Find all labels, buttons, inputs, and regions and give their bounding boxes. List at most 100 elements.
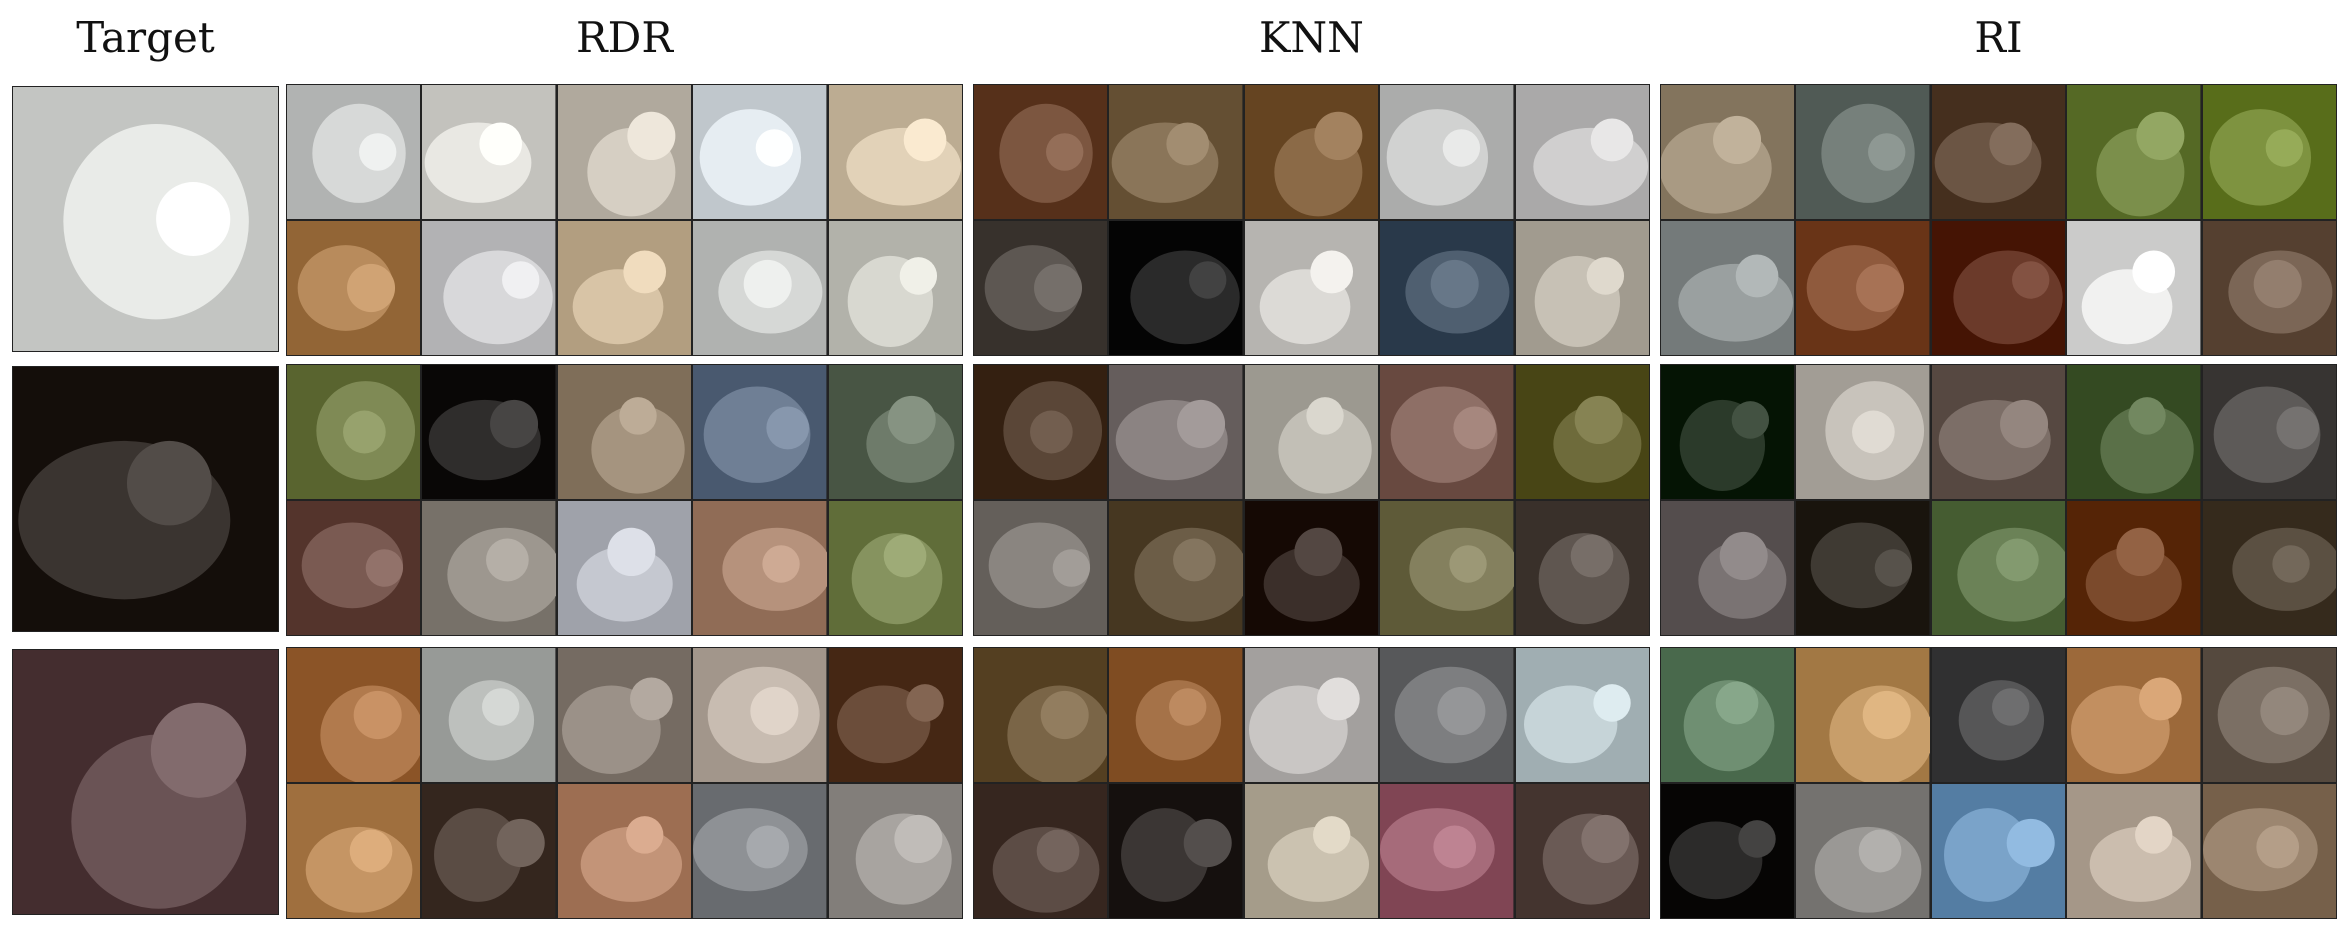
knn-image-tile	[1109, 648, 1243, 782]
ri-image-tile	[1661, 501, 1795, 635]
knn-image-tile	[974, 85, 1108, 219]
rdr-image-tile	[693, 648, 827, 782]
ri-image-tile	[2067, 501, 2201, 635]
rdr-image-tile	[557, 784, 692, 918]
knn-image-tile	[1380, 365, 1514, 499]
knn-image-tile	[1109, 365, 1243, 499]
knn-image-tile	[1244, 501, 1379, 635]
knn-image-tile	[1109, 85, 1243, 219]
knn-image-tile	[1244, 365, 1379, 499]
ri-image-tile	[1931, 501, 2066, 635]
knn-image-tile	[1515, 784, 1649, 918]
target-image	[12, 649, 279, 915]
rdr-image-tile	[828, 221, 962, 355]
ri-image-tile	[2202, 221, 2336, 355]
header-rdr: RDR	[576, 13, 673, 62]
ri-image-tile	[1661, 648, 1795, 782]
rdr-image-tile	[828, 784, 962, 918]
rdr-image-tile	[422, 648, 556, 782]
knn-image-tile	[974, 365, 1108, 499]
target-image	[12, 86, 279, 352]
knn-image-tile	[1380, 648, 1514, 782]
knn-image-tile	[1515, 221, 1649, 355]
knn-image-tile	[1244, 784, 1379, 918]
rdr-image-tile	[693, 85, 827, 219]
rdr-image-tile	[828, 501, 962, 635]
rdr-image-tile	[422, 784, 556, 918]
knn-image-tile	[1515, 85, 1649, 219]
rdr-image-tile	[557, 365, 692, 499]
ri-image-tile	[2202, 784, 2336, 918]
rdr-image-tile	[287, 501, 421, 635]
ri-image-tile	[1796, 365, 1930, 499]
ri-image-grid	[1660, 364, 2337, 636]
ri-image-tile	[1796, 85, 1930, 219]
knn-image-tile	[974, 221, 1108, 355]
rdr-image-tile	[557, 85, 692, 219]
rdr-image-tile	[422, 221, 556, 355]
header-ri: RI	[1974, 13, 2023, 62]
rdr-image-tile	[828, 85, 962, 219]
ri-image-tile	[2067, 784, 2201, 918]
knn-image-tile	[1244, 85, 1379, 219]
rdr-image-tile	[693, 221, 827, 355]
rdr-image-tile	[557, 501, 692, 635]
knn-image-tile	[1109, 501, 1243, 635]
ri-image-tile	[1931, 85, 2066, 219]
knn-image-tile	[1515, 501, 1649, 635]
knn-image-tile	[1109, 784, 1243, 918]
rdr-image-tile	[693, 501, 827, 635]
ri-image-tile	[1661, 221, 1795, 355]
ri-image-tile	[1796, 784, 1930, 918]
ri-image-tile	[2202, 365, 2336, 499]
ri-image-tile	[2067, 648, 2201, 782]
ri-image-grid	[1660, 84, 2337, 356]
header-target: Target	[76, 13, 215, 62]
knn-image-tile	[1380, 784, 1514, 918]
ri-image-tile	[2202, 85, 2336, 219]
rdr-image-tile	[557, 221, 692, 355]
knn-image-grid	[973, 647, 1650, 919]
rdr-image-tile	[422, 365, 556, 499]
ri-image-tile	[1661, 85, 1795, 219]
ri-image-tile	[1796, 221, 1930, 355]
knn-image-tile	[1380, 221, 1514, 355]
rdr-image-grid	[286, 647, 963, 919]
knn-image-tile	[1380, 501, 1514, 635]
knn-image-tile	[974, 648, 1108, 782]
ri-image-tile	[1796, 648, 1930, 782]
rdr-image-tile	[422, 501, 556, 635]
knn-image-tile	[1380, 85, 1514, 219]
knn-image-tile	[974, 501, 1108, 635]
rdr-image-tile	[422, 85, 556, 219]
target-image	[12, 366, 279, 632]
rdr-image-tile	[287, 784, 421, 918]
ri-image-tile	[1931, 221, 2066, 355]
ri-image-grid	[1660, 647, 2337, 919]
ri-image-tile	[2067, 221, 2201, 355]
header-knn: KNN	[1259, 13, 1364, 62]
rdr-image-grid	[286, 84, 963, 356]
rdr-image-tile	[828, 648, 962, 782]
rdr-image-tile	[287, 85, 421, 219]
rdr-image-tile	[828, 365, 962, 499]
knn-image-tile	[1244, 648, 1379, 782]
rdr-image-grid	[286, 364, 963, 636]
rdr-image-tile	[693, 784, 827, 918]
ri-image-tile	[2067, 85, 2201, 219]
rdr-image-tile	[287, 365, 421, 499]
knn-image-tile	[974, 784, 1108, 918]
ri-image-tile	[2202, 648, 2336, 782]
ri-image-tile	[2067, 365, 2201, 499]
ri-image-tile	[1661, 784, 1795, 918]
ri-image-tile	[1796, 501, 1930, 635]
knn-image-tile	[1515, 365, 1649, 499]
knn-image-grid	[973, 364, 1650, 636]
knn-image-tile	[1244, 221, 1379, 355]
rdr-image-tile	[557, 648, 692, 782]
knn-image-tile	[1515, 648, 1649, 782]
ri-image-tile	[1931, 365, 2066, 499]
ri-image-tile	[1931, 784, 2066, 918]
knn-image-grid	[973, 84, 1650, 356]
knn-image-tile	[1109, 221, 1243, 355]
